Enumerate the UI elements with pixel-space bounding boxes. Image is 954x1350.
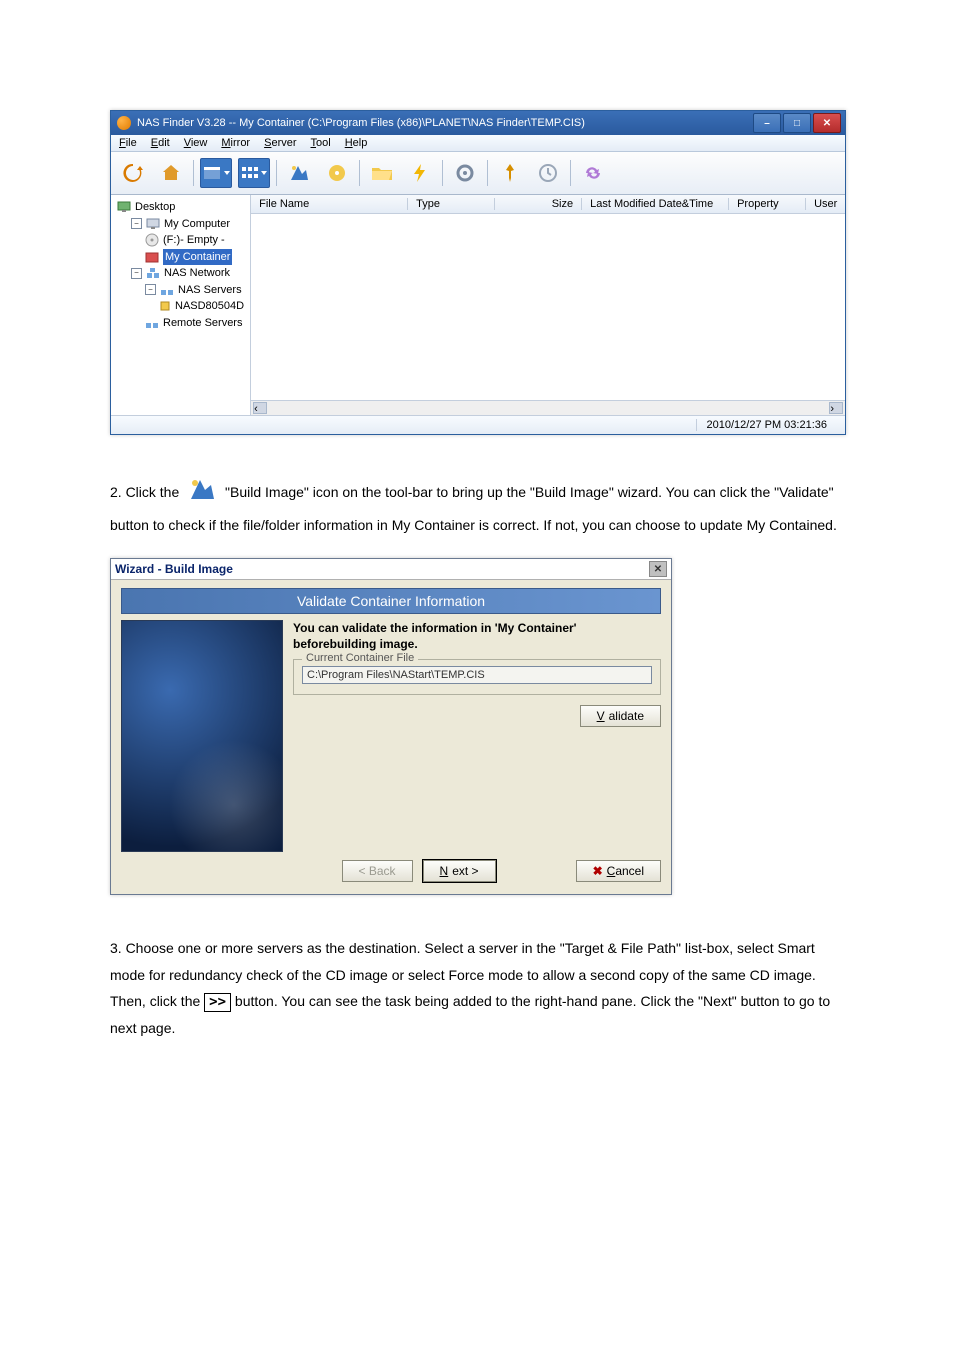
back-button: < Back <box>342 860 413 882</box>
wizard-description: You can validate the information in 'My … <box>293 620 661 652</box>
refresh-icon[interactable] <box>117 158 149 188</box>
step-2-text: 2. Click the "Build Image" icon on the t… <box>110 475 844 538</box>
col-property[interactable]: Property <box>729 198 806 210</box>
tree-label: NAS Network <box>164 265 230 282</box>
tree-nas-servers[interactable]: − NAS Servers <box>117 282 244 299</box>
folder-open-icon[interactable] <box>366 158 398 188</box>
tree-view[interactable]: Desktop − My Computer (F:)- Empty - My C… <box>111 195 251 415</box>
tree-label: Desktop <box>135 199 175 216</box>
window-controls: – □ ✕ <box>753 113 841 133</box>
home-icon[interactable] <box>155 158 187 188</box>
list-header: File Name Type Size Last Modified Date&T… <box>251 195 845 214</box>
clock-icon[interactable] <box>532 158 564 188</box>
tree-label: (F:)- Empty - <box>163 232 225 249</box>
menu-view[interactable]: View <box>184 137 208 149</box>
list-mode-icon[interactable] <box>238 158 270 188</box>
tree-label: NAS Servers <box>178 282 242 299</box>
current-container-group: Current Container File <box>293 659 661 695</box>
inline-double-arrow-button: >> <box>204 993 231 1012</box>
lightning-icon[interactable] <box>404 158 436 188</box>
scroll-left-icon[interactable]: ‹ <box>253 402 267 414</box>
pin-icon[interactable] <box>494 158 526 188</box>
wizard-title: Wizard - Build Image <box>115 562 233 576</box>
tree-label: My Computer <box>164 216 230 233</box>
tree-my-container[interactable]: My Container <box>117 249 244 266</box>
statusbar: 2010/12/27 PM 03:21:36 <box>111 415 845 434</box>
status-time: 2010/12/27 PM 03:21:36 <box>696 419 837 431</box>
menu-file[interactable]: File <box>119 137 137 149</box>
expander-icon[interactable]: − <box>131 218 142 229</box>
group-legend: Current Container File <box>302 652 418 664</box>
app-icon <box>117 116 131 130</box>
nas-finder-window: NAS Finder V3.28 -- My Container (C:\Pro… <box>110 110 846 435</box>
minimize-button[interactable]: – <box>753 113 781 133</box>
wizard-close-button[interactable]: ✕ <box>649 561 667 577</box>
step2-lead: 2. Click the <box>110 484 183 500</box>
col-filename[interactable]: File Name <box>251 198 408 210</box>
list-view[interactable]: File Name Type Size Last Modified Date&T… <box>251 195 845 415</box>
col-user[interactable]: User <box>806 198 845 210</box>
menu-server[interactable]: Server <box>264 137 296 149</box>
tree-label: Remote Servers <box>163 315 242 332</box>
menu-edit[interactable]: Edit <box>151 137 170 149</box>
validate-button[interactable]: Validate <box>580 705 661 727</box>
wizard-banner: Validate Container Information <box>121 588 661 614</box>
titlebar: NAS Finder V3.28 -- My Container (C:\Pro… <box>111 111 845 135</box>
tree-label: NASD80504D <box>175 298 244 315</box>
sync-icon[interactable] <box>577 158 609 188</box>
window-title: NAS Finder V3.28 -- My Container (C:\Pro… <box>137 117 585 129</box>
maximize-button[interactable]: □ <box>783 113 811 133</box>
tree-desktop[interactable]: Desktop <box>117 199 244 216</box>
wizard-build-image-dialog: Wizard - Build Image ✕ Validate Containe… <box>110 558 672 895</box>
col-type[interactable]: Type <box>408 198 495 210</box>
tree-my-computer[interactable]: − My Computer <box>117 216 244 233</box>
list-body[interactable] <box>251 214 845 400</box>
view-mode-icon[interactable] <box>200 158 232 188</box>
tree-label-selected: My Container <box>163 249 232 266</box>
cancel-button[interactable]: ✖ Cancel <box>576 860 661 882</box>
step-3-text: 3. Choose one or more servers as the des… <box>110 935 844 1041</box>
wizard-footer: < Back Next > ✖ Cancel <box>121 852 661 882</box>
close-button[interactable]: ✕ <box>813 113 841 133</box>
menu-mirror[interactable]: Mirror <box>221 137 250 149</box>
col-size[interactable]: Size <box>495 198 582 210</box>
expander-icon[interactable]: − <box>131 268 142 279</box>
build-image-icon[interactable] <box>283 158 315 188</box>
tree-drive-f[interactable]: (F:)- Empty - <box>117 232 244 249</box>
wizard-side-image <box>121 620 283 852</box>
col-modified[interactable]: Last Modified Date&Time <box>582 198 729 210</box>
scroll-right-icon[interactable]: › <box>829 402 843 414</box>
menu-tool[interactable]: Tool <box>311 137 331 149</box>
tree-remote-servers[interactable]: Remote Servers <box>117 315 244 332</box>
gear-icon[interactable] <box>449 158 481 188</box>
cancel-x-icon: ✖ <box>593 864 603 878</box>
toolbar <box>111 152 845 195</box>
tree-nas-network[interactable]: − NAS Network <box>117 265 244 282</box>
disc-icon[interactable] <box>321 158 353 188</box>
build-image-inline-icon <box>187 475 217 512</box>
next-button[interactable]: Next > <box>423 860 496 882</box>
wizard-titlebar: Wizard - Build Image ✕ <box>111 559 671 580</box>
menubar: File Edit View Mirror Server Tool Help <box>111 135 845 152</box>
container-path-field[interactable] <box>302 666 652 684</box>
expander-icon[interactable]: − <box>145 284 156 295</box>
horizontal-scrollbar[interactable]: ‹ › <box>251 400 845 415</box>
step2-tail: "Build Image" icon on the tool-bar to br… <box>110 484 837 533</box>
tree-server-node[interactable]: NASD80504D <box>117 298 244 315</box>
menu-help[interactable]: Help <box>345 137 368 149</box>
